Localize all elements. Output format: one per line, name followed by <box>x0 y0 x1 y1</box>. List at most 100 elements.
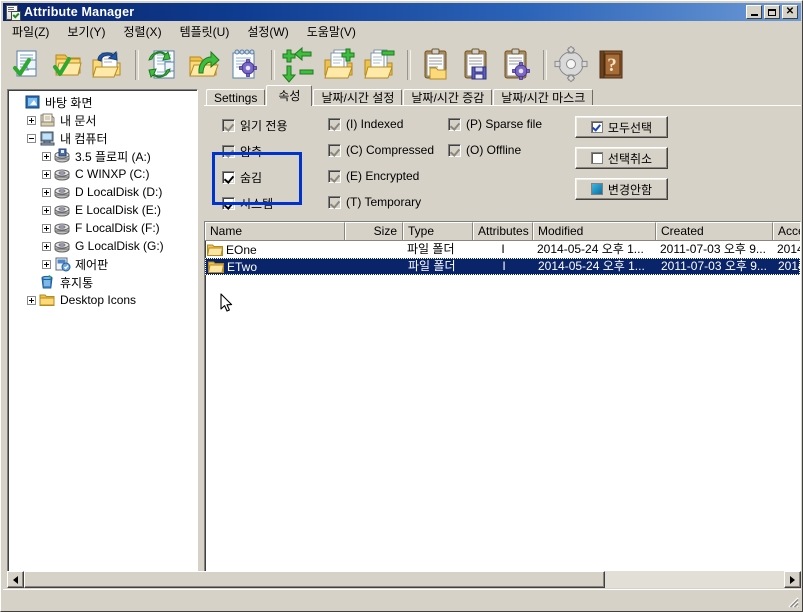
menu-help[interactable]: 도움말(V) <box>298 21 365 42</box>
scroll-right-icon[interactable] <box>784 571 801 588</box>
scrollbar-track[interactable] <box>24 571 784 588</box>
tree-collapse-icon[interactable] <box>27 133 36 143</box>
folder-stack-blue-icon[interactable] <box>89 46 127 84</box>
clipboard-folder-icon[interactable] <box>417 46 455 84</box>
plus-minus-arrows-icon[interactable] <box>281 46 319 84</box>
folder-tree-panel[interactable]: 바탕 화면 내 문서내 컴퓨터 3.5 플로피 (A:) C WINXP (C:) D … <box>7 89 198 583</box>
tree-node-drive-c[interactable]: C WINXP (C:) <box>12 165 197 183</box>
checkbox-readonly: 읽기 전용 <box>222 117 288 134</box>
doc-check-icon[interactable] <box>9 46 47 84</box>
column-header-attributes[interactable]: Attributes <box>473 222 533 240</box>
maximize-button[interactable] <box>764 5 780 19</box>
checkbox-box[interactable] <box>222 197 235 210</box>
resize-grip[interactable] <box>785 594 799 608</box>
checkbox-sparse-file: (P) Sparse file <box>448 117 542 131</box>
tab-settings[interactable]: Settings <box>206 89 266 106</box>
menu-view[interactable]: 보기(Y) <box>58 21 114 42</box>
column-header-name[interactable]: Name <box>205 222 345 240</box>
gear-gray-icon[interactable] <box>553 45 591 84</box>
tree-expand-icon[interactable] <box>27 295 36 305</box>
recyclebin-icon <box>39 274 57 290</box>
tree-node-label: 내 컴퓨터 <box>60 131 108 146</box>
window-controls: ✕ <box>746 5 801 19</box>
tree-expand-icon[interactable] <box>42 169 51 179</box>
tree-node-label: E LocalDisk (E:) <box>75 203 162 217</box>
checkbox-box[interactable] <box>222 171 235 184</box>
column-header-size[interactable]: Size <box>345 222 403 240</box>
tree-expand-icon[interactable] <box>42 241 51 251</box>
tree-expand-icon[interactable] <box>42 205 51 215</box>
close-button[interactable]: ✕ <box>782 5 798 19</box>
button-select-all[interactable]: 모두선택 <box>575 116 668 138</box>
tree-expand-icon[interactable] <box>42 259 51 269</box>
column-header-modified[interactable]: Modified <box>533 222 656 240</box>
tree-node-desktop-icons[interactable]: Desktop Icons <box>12 291 197 309</box>
checkbox-box <box>222 119 235 132</box>
clipboard-save-icon[interactable] <box>457 46 495 84</box>
folder-up-green-icon[interactable] <box>185 46 223 84</box>
checkbox-label: (T) Temporary <box>346 195 422 209</box>
file-list-view[interactable]: Name Size Type Attributes Modified Created Acc… <box>204 221 801 583</box>
cell-text: I <box>501 242 505 256</box>
checkbox-system[interactable]: 시스템 <box>222 195 273 212</box>
menu-sort[interactable]: 정렬(X) <box>114 21 170 42</box>
table-row[interactable]: ETwo 파일 폴더 I 2014-05-24 오후 1... 2011-07-03 오… <box>205 258 800 275</box>
file-list-header[interactable]: Name Size Type Attributes Modified Created Acc… <box>205 222 800 241</box>
tree-expand-icon[interactable] <box>27 115 36 125</box>
tree-node-label: G LocalDisk (G:) <box>75 239 164 253</box>
tree-node-mydocuments[interactable]: 내 문서 <box>12 111 197 129</box>
tree-node-recyclebin[interactable]: 휴지통 <box>12 273 197 291</box>
tree-node-drive-e[interactable]: E LocalDisk (E:) <box>12 201 197 219</box>
tab-label: 날짜/시간 증감 <box>411 91 485 105</box>
tree-node-controlpanel[interactable]: 제어판 <box>12 255 197 273</box>
doc-refresh-icon[interactable] <box>145 46 183 84</box>
tree-node-drive-d[interactable]: D LocalDisk (D:) <box>12 183 197 201</box>
cell-text: 파일 폴더 <box>407 242 455 256</box>
table-row[interactable]: EOne 파일 폴더 I 2014-05-24 오후 1... 2011-07-03 오… <box>205 241 800 258</box>
tab-label: 속성 <box>278 89 301 103</box>
tree-expand-icon[interactable] <box>42 223 51 233</box>
button-no-change[interactable]: 변경안함 <box>575 178 668 200</box>
tab-datetime-mask[interactable]: 날짜/시간 마스크 <box>493 89 594 106</box>
horizontal-scrollbar[interactable] <box>7 571 801 588</box>
tree-node-floppy-a[interactable]: 3.5 플로피 (A:) <box>12 147 197 165</box>
column-header-acce[interactable]: Acce <box>773 222 800 240</box>
tab-datetime-set[interactable]: 날짜/시간 설정 <box>313 89 403 106</box>
checkbox-box <box>328 195 341 209</box>
folder-docs-plus-icon[interactable] <box>321 46 359 84</box>
tree-expand-icon[interactable] <box>42 187 51 197</box>
column-header-label: Created <box>661 224 704 238</box>
tree-node-drive-g[interactable]: G LocalDisk (G:) <box>12 237 197 255</box>
minimize-button[interactable] <box>746 5 762 19</box>
checkbox-offline: (O) Offline <box>448 143 521 157</box>
notepad-gear-icon[interactable] <box>225 46 263 84</box>
checkbox-encrypted: (E) Encrypted <box>328 169 419 183</box>
checkbox-label: 숨김 <box>240 171 263 185</box>
column-header-type[interactable]: Type <box>403 222 473 240</box>
mycomputer-icon <box>39 130 57 146</box>
folder-check-icon[interactable] <box>49 46 87 84</box>
tree-node-desktop[interactable]: 바탕 화면 <box>12 93 197 111</box>
scrollbar-thumb[interactable] <box>24 571 606 588</box>
tab-attributes[interactable]: 속성 <box>266 85 313 106</box>
folder-icon <box>39 292 57 308</box>
file-list-body[interactable]: EOne 파일 폴더 I 2014-05-24 오후 1... 2011-07-03 오… <box>205 241 800 275</box>
tree-expand-icon[interactable] <box>42 151 51 161</box>
clipboard-gear-icon[interactable] <box>497 46 535 84</box>
menu-file[interactable]: 파일(Z) <box>3 21 58 42</box>
tab-label: Settings <box>214 91 258 105</box>
tab-datetime-delta[interactable]: 날짜/시간 증감 <box>403 89 493 106</box>
menu-settings[interactable]: 설정(W) <box>238 21 297 42</box>
button-deselect-all[interactable]: 선택취소 <box>575 147 668 169</box>
tree-node-label: 3.5 플로피 (A:) <box>75 149 151 164</box>
tree-node-drive-f[interactable]: F LocalDisk (F:) <box>12 219 197 237</box>
checkbox-hidden[interactable]: 숨김 <box>222 169 262 186</box>
scroll-left-icon[interactable] <box>7 571 24 588</box>
help-book-icon[interactable]: ? <box>593 46 631 84</box>
tree-node-mycomputer[interactable]: 내 컴퓨터 <box>12 129 197 147</box>
folder-docs-minus-icon[interactable] <box>361 46 399 84</box>
checkbox-box <box>448 117 461 131</box>
menu-item-label: 설정(W) <box>247 25 289 39</box>
menu-template[interactable]: 템플릿(U) <box>171 21 239 42</box>
column-header-created[interactable]: Created <box>656 222 773 240</box>
